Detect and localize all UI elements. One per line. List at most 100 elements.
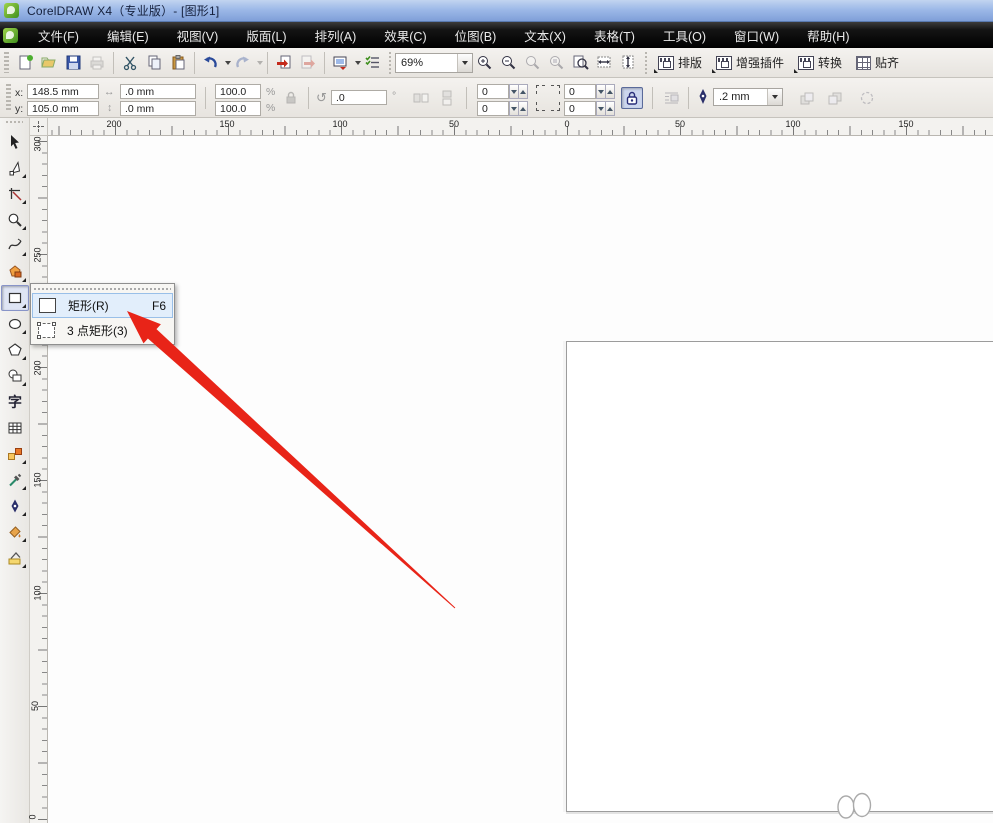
crop-tool[interactable] (1, 181, 29, 207)
horizontal-ruler[interactable]: 200 150 100 50 0 50 100 150 (48, 118, 993, 136)
outline-tool[interactable] (1, 493, 29, 519)
ellipse-tool[interactable] (1, 311, 29, 337)
menu-bar: 文件(F) 编辑(E) 视图(V) 版面(L) 排列(A) 效果(C) 位图(B… (0, 22, 993, 48)
x-position-field[interactable]: 148.5 mm (27, 84, 99, 99)
convert-plugin-button[interactable]: 转换 (791, 51, 849, 74)
ellipse-shape[interactable] (837, 795, 855, 819)
zoom-actual-button[interactable] (521, 51, 545, 75)
zoom-to-page-button[interactable] (569, 51, 593, 75)
rectangle-tool-flyout: 矩形(R) F6 3 点矩形(3) (30, 283, 175, 345)
flyout-item-rectangle[interactable]: 矩形(R) F6 (32, 293, 173, 318)
object-width-field[interactable]: .0 mm (120, 84, 196, 99)
flyout-item-3-point-rectangle[interactable]: 3 点矩形(3) (32, 318, 173, 343)
menu-table[interactable]: 表格(T) (580, 22, 649, 48)
zoom-tool[interactable] (1, 207, 29, 233)
flyout-grip[interactable] (34, 286, 171, 291)
ellipse-shape[interactable] (852, 792, 872, 818)
basic-shapes-tool[interactable] (1, 363, 29, 389)
copy-button[interactable] (142, 51, 166, 75)
shape-tool[interactable] (1, 155, 29, 181)
menu-bitmaps[interactable]: 位图(B) (441, 22, 511, 48)
convert-to-curves-button[interactable] (856, 87, 878, 109)
menu-effects[interactable]: 效果(C) (370, 22, 440, 48)
wrap-text-button[interactable] (660, 87, 682, 109)
new-document-button[interactable] (13, 51, 37, 75)
toolbox-grip[interactable] (6, 121, 23, 127)
options-check-button[interactable] (361, 51, 385, 75)
corner-rb-spinner[interactable] (596, 101, 615, 116)
snap-button[interactable]: 贴齐 (849, 51, 906, 74)
outline-width-combo[interactable]: .2 mm (713, 88, 783, 106)
zoom-to-width-button[interactable] (593, 51, 617, 75)
freehand-tool[interactable] (1, 233, 29, 259)
import-button[interactable] (272, 51, 296, 75)
mirror-horizontal-button[interactable] (410, 87, 432, 109)
toolbox: 字 (0, 118, 30, 823)
zoom-out-button[interactable] (497, 51, 521, 75)
outline-width-dropdown[interactable] (767, 89, 782, 105)
menu-file[interactable]: 文件(F) (24, 22, 93, 48)
open-button[interactable] (37, 51, 61, 75)
mirror-vertical-button[interactable] (436, 87, 458, 109)
cut-button[interactable] (118, 51, 142, 75)
zoom-level-combo[interactable]: 69% (395, 52, 473, 73)
corner-rt-spinner[interactable] (596, 84, 615, 99)
coreldraw-window: CorelDRAW X4（专业版）- [图形1] 文件(F) 编辑(E) 视图(… (0, 0, 993, 823)
rotation-field[interactable]: .0 (331, 90, 387, 105)
corner-radius-rb-field[interactable]: 0 (564, 101, 596, 116)
zoom-in-button[interactable] (473, 51, 497, 75)
propbar-grip[interactable] (6, 84, 11, 112)
corner-radius-lt-field[interactable]: 0 (477, 84, 509, 99)
smart-fill-tool[interactable] (1, 259, 29, 285)
menu-text[interactable]: 文本(X) (510, 22, 580, 48)
to-front-button[interactable] (796, 87, 818, 109)
text-tool[interactable]: 字 (1, 389, 29, 415)
corner-lb-spinner[interactable] (509, 101, 528, 116)
redo-button[interactable] (231, 51, 255, 75)
scale-lock-icon[interactable] (280, 87, 302, 109)
round-corners-together-button[interactable] (621, 87, 643, 109)
menu-tools[interactable]: 工具(O) (649, 22, 720, 48)
menu-edit[interactable]: 编辑(E) (93, 22, 163, 48)
ruler-origin[interactable] (30, 118, 48, 136)
application-launcher-button[interactable] (329, 51, 353, 75)
drawing-canvas[interactable] (48, 136, 993, 823)
interactive-fill-tool[interactable] (1, 545, 29, 571)
polygon-tool[interactable] (1, 337, 29, 363)
scale-h-field[interactable]: 100.0 (215, 84, 261, 99)
window-title: CorelDRAW X4（专业版）- [图形1] (27, 4, 220, 18)
interactive-blend-tool[interactable] (1, 441, 29, 467)
fill-tool[interactable] (1, 519, 29, 545)
zoom-to-selection-button[interactable] (545, 51, 569, 75)
zoom-to-height-button[interactable] (617, 51, 641, 75)
percent-label-1: % (266, 86, 276, 98)
save-button[interactable] (61, 51, 85, 75)
layout-plugin-button[interactable]: 排版 (651, 51, 709, 74)
rectangle-tool[interactable] (1, 285, 29, 311)
corner-lt-spinner[interactable] (509, 84, 528, 99)
menu-help[interactable]: 帮助(H) (793, 22, 863, 48)
rectangle-icon (39, 298, 56, 313)
zoom-combo-dropdown[interactable] (457, 53, 472, 72)
menu-arrange[interactable]: 排列(A) (301, 22, 371, 48)
to-back-button[interactable] (824, 87, 846, 109)
eyedropper-tool[interactable] (1, 467, 29, 493)
print-button[interactable] (85, 51, 109, 75)
export-button[interactable] (296, 51, 320, 75)
pick-tool[interactable] (1, 129, 29, 155)
undo-button[interactable] (199, 51, 223, 75)
menu-layout[interactable]: 版面(L) (232, 22, 300, 48)
toolbar-grip[interactable] (4, 52, 9, 73)
object-height-field[interactable]: .0 mm (120, 101, 196, 116)
menu-view[interactable]: 视图(V) (163, 22, 233, 48)
enhance-plugin-button[interactable]: 增强插件 (709, 51, 791, 74)
paste-button[interactable] (166, 51, 190, 75)
table-tool[interactable] (1, 415, 29, 441)
corner-radius-rt-field[interactable]: 0 (564, 84, 596, 99)
scale-v-field[interactable]: 100.0 (215, 101, 261, 116)
y-position-field[interactable]: 105.0 mm (27, 101, 99, 116)
redo-dropdown[interactable] (257, 60, 263, 65)
vertical-ruler[interactable]: 300 250 200 150 100 50 0 (28, 136, 48, 823)
corner-radius-lb-field[interactable]: 0 (477, 101, 509, 116)
menu-window[interactable]: 窗口(W) (720, 22, 793, 48)
